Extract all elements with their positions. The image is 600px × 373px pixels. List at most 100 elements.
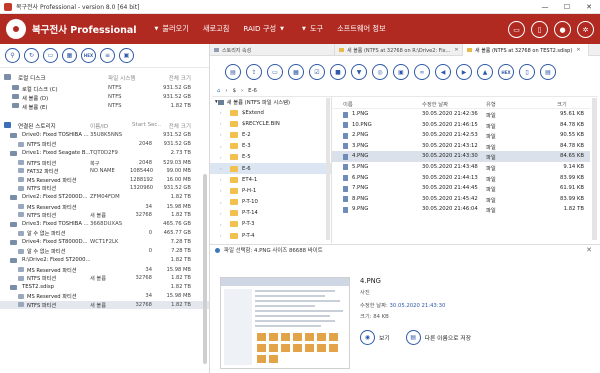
file-row[interactable]: 7.PNG 30.05.2020 21:44:45 파일 61.91 KB xyxy=(332,183,590,194)
up-button[interactable]: ▲ xyxy=(477,64,493,80)
col-size[interactable]: 크기 xyxy=(557,100,567,108)
minimize-button[interactable]: — xyxy=(534,0,556,14)
drive-row[interactable]: TEST2.sdisp 1.82 TB xyxy=(0,283,209,293)
file-row[interactable]: 3.PNG 30.05.2020 21:43:12 파일 84.78 KB xyxy=(332,141,590,152)
local-disk-row[interactable]: 새 볼륨 (E) NTFS 1.82 TB xyxy=(0,101,209,111)
view-label[interactable]: 보기 xyxy=(379,333,390,342)
close-window-button[interactable]: ✕ xyxy=(578,0,600,14)
tree-scrollbar[interactable] xyxy=(326,98,330,240)
menu-load[interactable]: ▼ 불러오기 xyxy=(155,24,189,34)
tab-storage-properties[interactable]: 스토리지 속성 xyxy=(210,44,335,56)
hex-button[interactable]: HEX xyxy=(81,48,96,63)
tree-folder[interactable]: › ET4-1 xyxy=(210,174,331,185)
menu-raid[interactable]: RAID 구성 ▼ xyxy=(243,24,288,34)
refresh-button[interactable]: ↻ xyxy=(24,48,39,63)
local-disk-row[interactable]: 로컬 디스크 (C) NTFS 931.52 GB xyxy=(0,83,209,93)
col-type[interactable]: 유형 xyxy=(486,100,496,108)
tree-root[interactable]: ▾ 새 볼륨 (NTFS 파일 시스템) xyxy=(210,97,331,107)
tab-volume-test2[interactable]: 새 볼륨 (NTFS at 32768 on TEST2.sdisp) ✕ xyxy=(463,44,589,56)
open-button[interactable]: ▭ xyxy=(43,48,58,63)
tree-folder[interactable]: › $RECYCLE.BIN xyxy=(210,118,331,129)
home-icon[interactable]: ⌂ xyxy=(217,88,220,94)
partition-row[interactable]: NTFS 파티션 새 볼륨 32768 1.82 TB xyxy=(0,274,209,283)
list-scrollbar[interactable] xyxy=(592,98,597,240)
partition-row[interactable]: NTFS 파티션 복구 2048 529.03 MB xyxy=(0,158,209,167)
file-row[interactable]: 2.PNG 30.05.2020 21:42:53 파일 90.55 KB xyxy=(332,130,590,141)
save-button[interactable]: ▤ xyxy=(225,64,241,80)
search-button[interactable]: ⚲ xyxy=(5,48,20,63)
export-button[interactable]: ⇪ xyxy=(246,64,262,80)
view-button[interactable]: ◉ xyxy=(360,330,375,345)
filter-button[interactable]: ▼ xyxy=(351,64,367,80)
drive-row[interactable]: Drive1: Fixed Seagate B... TQT0D2F9 2.73 T… xyxy=(0,149,209,159)
tree-folder[interactable]: › E-3 xyxy=(210,141,331,152)
select-button[interactable]: ▣ xyxy=(393,64,409,80)
partition-row[interactable]: MS Reserved 파티션 34 15.98 MB xyxy=(0,265,209,274)
account-button[interactable]: ● xyxy=(554,21,571,38)
drive-row[interactable]: Drive2: Fixed ST2000D... ZFM04FDM 1.82 TB xyxy=(0,193,209,203)
menu-tools[interactable]: ▼ 도구 xyxy=(302,24,323,34)
save-as-button[interactable]: ▤ xyxy=(405,330,421,345)
document-button[interactable]: ▯ xyxy=(519,64,535,80)
find-button[interactable]: ∞ xyxy=(414,64,430,80)
breadcrumb-root[interactable]: $ xyxy=(233,88,236,94)
grid-button[interactable]: ▦ xyxy=(62,48,77,63)
col-name[interactable]: 이름 xyxy=(343,100,353,108)
back-button[interactable]: ◀ xyxy=(435,64,451,80)
partition-row[interactable]: FAT32 파티션 NO NAME 1085440 99.00 MB xyxy=(0,167,209,176)
tree-folder[interactable]: › E-2 xyxy=(210,129,331,140)
list-button[interactable]: ≡ xyxy=(100,48,115,63)
tab-volume-r[interactable]: 새 볼륨 (NTFS at 32768 on R:\Drive2: Fix...… xyxy=(335,44,463,56)
left-scrollbar[interactable] xyxy=(203,174,207,364)
chat-button[interactable]: ▭ xyxy=(508,21,525,38)
drive-row[interactable]: Drive4: Fixed ST8000D... WCT1F2LK 7.28 TB xyxy=(0,238,209,248)
tree-folder[interactable]: › P-T-4 xyxy=(210,230,331,241)
checklist-button[interactable]: ☑ xyxy=(309,64,325,80)
file-row[interactable]: 1.PNG 30.05.2020 21:42:36 파일 95.61 KB xyxy=(332,109,590,120)
file-row[interactable]: 5.PNG 30.05.2020 21:43:48 파일 9.14 KB xyxy=(332,162,590,173)
tree-folder[interactable]: › P-T-3 xyxy=(210,219,331,230)
partition-row[interactable]: MS Reserved 파티션 1288192 16.00 MB xyxy=(0,176,209,185)
file-row[interactable]: 10.PNG 30.05.2020 21:46:15 파일 84.78 KB xyxy=(332,120,590,131)
menu-about[interactable]: 소프트웨어 정보 xyxy=(337,24,386,34)
scan-button[interactable]: ◎ xyxy=(372,64,388,80)
grid-view-button[interactable]: ▦ xyxy=(288,64,304,80)
tree-folder[interactable]: › $Extend xyxy=(210,107,331,118)
settings-button[interactable]: ✲ xyxy=(577,21,594,38)
tree-folder[interactable]: › P-T-10 xyxy=(210,197,331,208)
tree-folder[interactable]: › P-H-1 xyxy=(210,185,331,196)
close-preview-button[interactable]: ✕ xyxy=(586,246,592,254)
file-row[interactable]: 9.PNG 30.05.2020 21:46:04 파일 1.82 TB xyxy=(332,204,590,215)
save-as-label[interactable]: 다른 이름으로 저장 xyxy=(425,333,471,342)
partition-row[interactable]: 알 수 없는 파티션 0 7.28 TB xyxy=(0,247,209,256)
col-date[interactable]: 수정한 날짜 xyxy=(422,100,448,108)
image-button[interactable]: ▣ xyxy=(119,48,134,63)
partition-row[interactable]: NTFS 파티션 새 볼륨 32768 1.82 TB xyxy=(0,211,209,220)
tree-folder[interactable]: › E-6 xyxy=(210,162,331,175)
file-row[interactable]: 6.PNG 30.05.2020 21:44:13 파일 83.99 KB xyxy=(332,173,590,184)
forward-button[interactable]: ▶ xyxy=(456,64,472,80)
maximize-button[interactable]: ☐ xyxy=(556,0,578,14)
open-folder-button[interactable]: ▭ xyxy=(267,64,283,80)
tree-folder[interactable]: › P-T-14 xyxy=(210,208,331,219)
partition-row[interactable]: MS Reserved 파티션 34 15.98 MB xyxy=(0,292,209,301)
file-row[interactable]: 4.PNG 30.05.2020 21:43:30 파일 84.65 KB xyxy=(332,151,590,162)
drive-row[interactable]: R:\Drive2: Fixed ST2000... 1.82 TB xyxy=(0,256,209,266)
partition-row[interactable]: NTFS 파티션 2048 931.52 GB xyxy=(0,140,209,149)
partition-row[interactable]: NTFS 파티션 새 볼륨 32768 1.82 TB xyxy=(0,300,209,310)
local-disk-row[interactable]: 새 볼륨 (D) NTFS 931.52 GB xyxy=(0,92,209,102)
report-button[interactable]: ▤ xyxy=(540,64,556,80)
drive-row[interactable]: Drive3: Fixed TOSHIBA ... 3668DUXAS 465.76… xyxy=(0,220,209,230)
partition-row[interactable]: 알 수 없는 파티션 0 465.77 GB xyxy=(0,229,209,238)
book-button[interactable]: ▯ xyxy=(531,21,548,38)
drive-row[interactable]: Drive0: Fixed TOSHIBA ... 35U8K5NNS 931.52… xyxy=(0,131,209,141)
breadcrumb-folder[interactable]: E-6 xyxy=(248,88,257,94)
close-tab-icon[interactable]: ✕ xyxy=(454,47,458,53)
stop-button[interactable]: ■ xyxy=(330,64,346,80)
preview-thumbnail[interactable] xyxy=(220,277,350,369)
partition-row[interactable]: MS Reserved 파티션 34 15.98 MB xyxy=(0,202,209,211)
close-tab-icon[interactable]: ✕ xyxy=(576,47,580,53)
file-row[interactable]: 8.PNG 30.05.2020 21:45:42 파일 83.99 KB xyxy=(332,194,590,205)
tree-folder[interactable]: › E-5 xyxy=(210,152,331,163)
partition-row[interactable]: NTFS 파티션 1320960 931.52 GB xyxy=(0,184,209,193)
